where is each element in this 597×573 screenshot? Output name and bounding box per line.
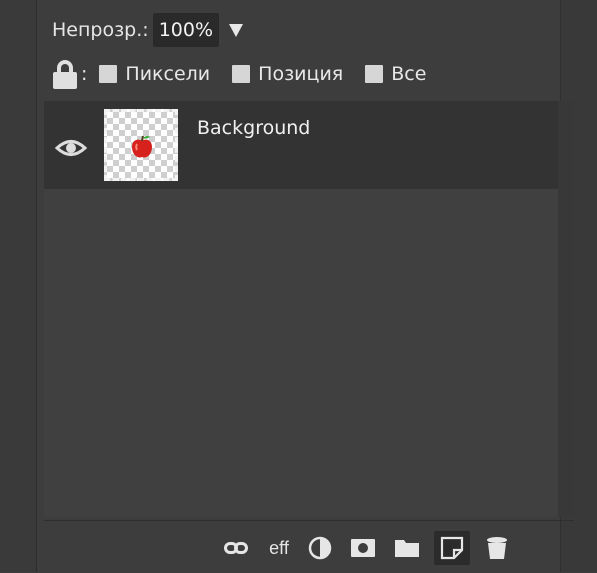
lock-position-checkbox[interactable]: Позиция xyxy=(232,63,343,85)
effects-icon: eff xyxy=(269,537,289,558)
opacity-row: Непрозр.: 100% xyxy=(52,12,244,48)
checkbox-box[interactable] xyxy=(232,65,251,83)
layers-list: Background xyxy=(44,101,574,517)
checkbox-box[interactable] xyxy=(365,65,384,83)
layer-row-background[interactable]: Background xyxy=(44,101,558,189)
mask-icon xyxy=(351,539,375,557)
add-mask-button[interactable] xyxy=(348,531,378,565)
checkbox-box[interactable] xyxy=(99,65,118,83)
lock-all-checkbox[interactable]: Все xyxy=(365,63,426,85)
layers-toolbar: eff xyxy=(44,520,574,573)
new-layer-icon xyxy=(440,536,464,560)
opacity-value-field[interactable]: 100% xyxy=(152,13,220,47)
lock-all-label: Все xyxy=(391,63,427,85)
adjustment-icon xyxy=(308,536,332,560)
apple-thumbnail-icon xyxy=(132,135,152,158)
layer-effects-button[interactable]: eff xyxy=(264,531,294,565)
left-panel-edge xyxy=(0,0,37,572)
opacity-dropdown-arrow-icon[interactable] xyxy=(229,23,244,37)
eye-icon xyxy=(54,140,88,156)
lock-icon xyxy=(52,58,78,90)
trash-icon xyxy=(487,537,507,559)
lock-colon: : xyxy=(81,63,88,85)
link-layers-button[interactable] xyxy=(222,531,250,565)
layer-thumbnail[interactable] xyxy=(104,109,178,181)
lock-pixels-label: Пиксели xyxy=(125,63,211,85)
layers-panel: Непрозр.: 100% : Пиксели Позиция Все Bac… xyxy=(0,0,597,572)
visibility-toggle[interactable] xyxy=(54,131,88,165)
opacity-label: Непрозр.: xyxy=(52,19,149,41)
folder-icon xyxy=(395,540,419,557)
lock-row: : Пиксели Позиция Все xyxy=(52,56,448,92)
lock-pixels-checkbox[interactable]: Пиксели xyxy=(99,63,210,85)
link-icon xyxy=(224,542,248,554)
layers-scrollbar[interactable] xyxy=(558,101,574,517)
lock-position-label: Позиция xyxy=(258,63,344,85)
delete-layer-button[interactable] xyxy=(482,531,512,565)
adjustment-layer-button[interactable] xyxy=(306,531,334,565)
new-layer-button[interactable] xyxy=(434,531,470,565)
layer-name: Background xyxy=(197,117,311,139)
new-group-button[interactable] xyxy=(392,531,422,565)
